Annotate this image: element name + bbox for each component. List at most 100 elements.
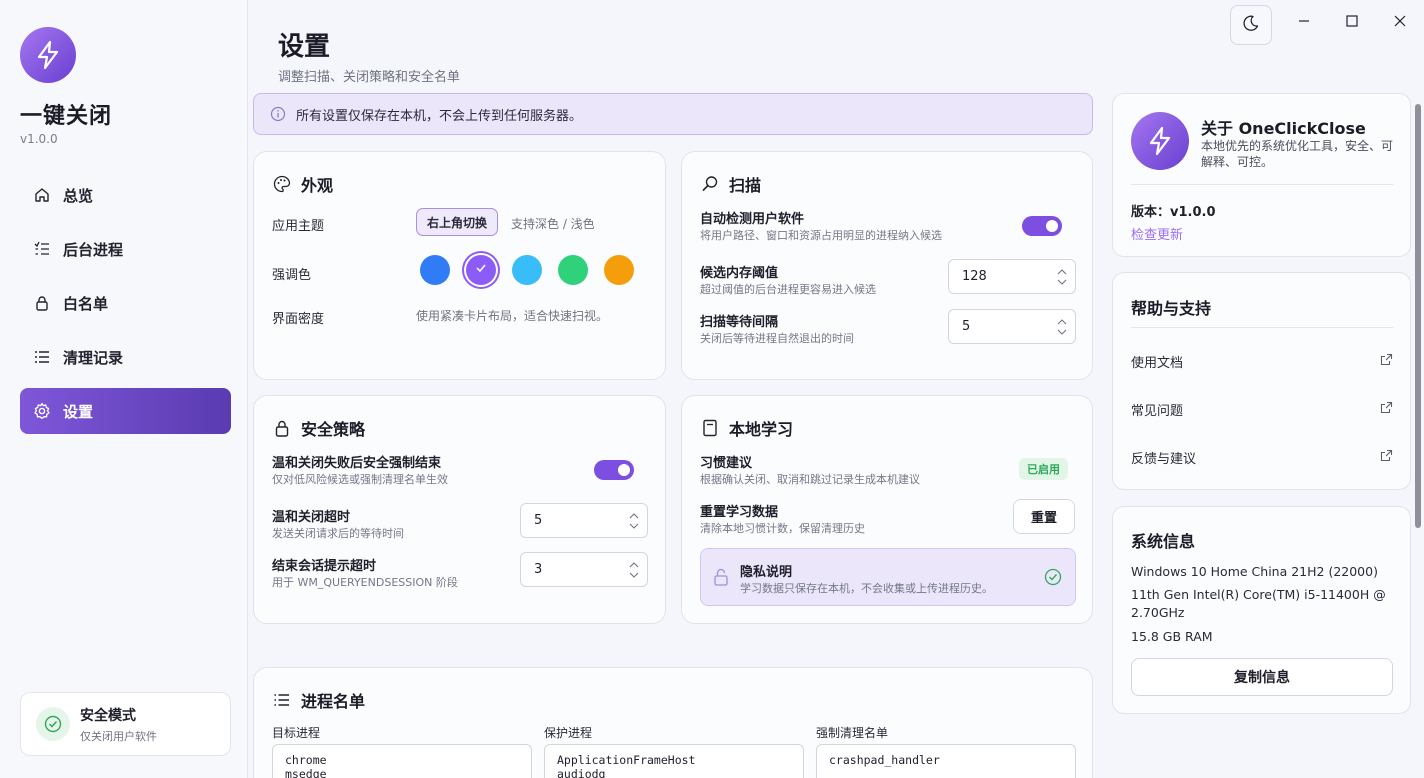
- target-process-textarea[interactable]: chrome msedge: [272, 744, 532, 778]
- app-name: 一键关闭: [20, 104, 113, 129]
- help-item-label: 常见问题: [1131, 404, 1184, 419]
- process-lists-card: 进程名单 目标进程 chrome msedge 保护进程 Application…: [253, 667, 1093, 778]
- safe-mode-title: 安全模式: [80, 707, 136, 724]
- learning-title: 本地学习: [700, 416, 793, 440]
- sysinfo-cpu-line2: 2.70GHz: [1131, 605, 1185, 620]
- check-circle-icon: [1044, 568, 1062, 590]
- lock-icon: [272, 418, 292, 438]
- check-icon: [475, 262, 487, 278]
- wait-interval-input[interactable]: 5: [948, 309, 1076, 344]
- wait-interval-desc: 关闭后等待进程自然退出的时间: [700, 332, 854, 345]
- graceful-timeout-desc: 发送关闭请求后的等待时间: [272, 527, 404, 540]
- security-title-text: 安全策略: [301, 420, 366, 439]
- accent-swatch-blue[interactable]: [420, 255, 450, 285]
- sidebar-item-whitelist[interactable]: 白名单: [20, 280, 231, 326]
- sidebar-item-overview[interactable]: 总览: [20, 172, 231, 218]
- maximize-icon: [1346, 15, 1358, 31]
- external-link-icon: [1380, 449, 1393, 466]
- protected-process-label: 保护进程: [544, 726, 593, 740]
- sysinfo-ram: 15.8 GB RAM: [1131, 629, 1213, 644]
- sysinfo-cpu-line1: 11th Gen Intel(R) Core(TM) i5-11400H @: [1131, 587, 1386, 602]
- sidebar-nav: 总览 后台进程 白名单 清理记录 设置: [20, 172, 231, 442]
- protected-process-textarea[interactable]: ApplicationFrameHost audiodg: [544, 744, 804, 778]
- memory-threshold-value: 128: [962, 269, 987, 284]
- theme-switch-button[interactable]: 右上角切换: [416, 208, 499, 236]
- accent-swatch-orange[interactable]: [604, 255, 634, 285]
- help-item-label: 反馈与建议: [1131, 452, 1197, 467]
- spinner-arrows-icon[interactable]: [629, 561, 639, 583]
- force-clean-textarea[interactable]: crashpad_handler: [816, 744, 1076, 778]
- sysinfo-card: 系统信息 Windows 10 Home China 21H2 (22000) …: [1112, 506, 1411, 714]
- check-circle-icon: [36, 707, 70, 741]
- app-logo: [1131, 112, 1189, 170]
- help-item-faq[interactable]: 常见问题: [1131, 400, 1393, 419]
- minimize-icon: [1298, 15, 1310, 31]
- help-item-docs[interactable]: 使用文档: [1131, 352, 1393, 371]
- privacy-notice: 所有设置仅保存在本机，不会上传到任何服务器。: [253, 93, 1093, 135]
- gear-icon: [33, 402, 51, 420]
- scrollbar[interactable]: [1415, 104, 1421, 528]
- privacy-desc: 学习数据只保存在本机，不会收集或上传进程历史。: [740, 582, 993, 595]
- auto-detect-toggle[interactable]: [1022, 216, 1062, 236]
- sidebar-item-history[interactable]: 清理记录: [20, 334, 231, 380]
- force-clean-label: 强制清理名单: [816, 726, 889, 740]
- security-title: 安全策略: [272, 416, 365, 440]
- maximize-button[interactable]: [1340, 12, 1364, 34]
- reset-learning-title: 重置学习数据: [700, 505, 779, 520]
- sidebar-item-label: 后台进程: [63, 240, 124, 259]
- palette-icon: [272, 174, 292, 194]
- search-icon: [700, 174, 720, 194]
- session-timeout-desc: 用于 WM_QUERYENDSESSION 阶段: [272, 576, 458, 589]
- force-kill-title: 温和关闭失败后安全强制结束: [272, 456, 442, 471]
- check-update-link[interactable]: 检查更新: [1131, 224, 1183, 243]
- sidebar-item-settings[interactable]: 设置: [20, 388, 231, 434]
- theme-toggle-button[interactable]: [1230, 5, 1272, 45]
- force-kill-toggle[interactable]: [594, 460, 634, 480]
- memory-threshold-title: 候选内存阈值: [700, 266, 779, 281]
- safe-mode-subtitle: 仅关闭用户软件: [80, 729, 157, 743]
- copy-info-button[interactable]: 复制信息: [1131, 658, 1393, 696]
- version-label: 版本：v1.0.0: [1131, 205, 1216, 220]
- info-icon: [270, 106, 286, 122]
- security-card: 安全策略 温和关闭失败后安全强制结束 仅对低风险候选或强制清理名单生效 温和关闭…: [253, 395, 666, 624]
- list-icon: [272, 690, 292, 710]
- minimize-button[interactable]: [1292, 12, 1316, 34]
- spinner-arrows-icon[interactable]: [1057, 318, 1067, 340]
- learning-title-text: 本地学习: [729, 420, 794, 439]
- privacy-title: 隐私说明: [740, 565, 793, 580]
- session-timeout-input[interactable]: 3: [520, 552, 648, 587]
- sysinfo-os: Windows 10 Home China 21H2 (22000): [1131, 564, 1378, 579]
- help-title: 帮助与支持: [1131, 299, 1212, 318]
- about-card: 关于 OneClickClose 本地优先的系统优化工具，安全、可解释、可控。 …: [1112, 93, 1411, 257]
- help-item-feedback[interactable]: 反馈与建议: [1131, 448, 1393, 467]
- auto-detect-desc: 将用户路径、窗口和资源占用明显的进程纳入候选: [700, 229, 942, 242]
- target-process-label: 目标进程: [272, 726, 321, 740]
- about-title: 关于 OneClickClose: [1201, 119, 1366, 138]
- help-item-label: 使用文档: [1131, 356, 1184, 371]
- app-version: v1.0.0: [20, 132, 58, 146]
- page-subtitle: 调整扫描、关闭策略和安全名单: [278, 70, 461, 85]
- scan-title: 扫描: [700, 172, 761, 196]
- reset-learning-desc: 清除本地习惯计数，保留清理历史: [700, 522, 865, 535]
- safe-mode-card[interactable]: 安全模式 仅关闭用户软件: [20, 692, 231, 756]
- sidebar-item-processes[interactable]: 后台进程: [20, 226, 231, 272]
- accent-swatch-purple[interactable]: [466, 255, 496, 285]
- external-link-icon: [1380, 401, 1393, 418]
- page-title: 设置: [278, 32, 331, 62]
- memory-threshold-input[interactable]: 128: [948, 259, 1076, 294]
- external-link-icon: [1380, 353, 1393, 370]
- reset-learning-button[interactable]: 重置: [1013, 499, 1075, 534]
- sidebar-item-label: 设置: [63, 402, 94, 421]
- spinner-arrows-icon[interactable]: [1057, 268, 1067, 290]
- close-button[interactable]: [1388, 12, 1412, 34]
- graceful-timeout-input[interactable]: 5: [520, 503, 648, 538]
- accent-label: 强调色: [272, 268, 312, 283]
- accent-swatch-cyan[interactable]: [512, 255, 542, 285]
- theme-hint: 支持深色 / 浅色: [511, 217, 595, 231]
- spinner-arrows-icon[interactable]: [629, 512, 639, 534]
- wait-interval-value: 5: [962, 319, 971, 334]
- unlock-icon: [713, 568, 729, 590]
- about-desc: 本地优先的系统优化工具，安全、可解释、可控。: [1201, 139, 1394, 169]
- accent-swatch-green[interactable]: [558, 255, 588, 285]
- scan-card: 扫描 自动检测用户软件 将用户路径、窗口和资源占用明显的进程纳入候选 候选内存阈…: [681, 151, 1093, 380]
